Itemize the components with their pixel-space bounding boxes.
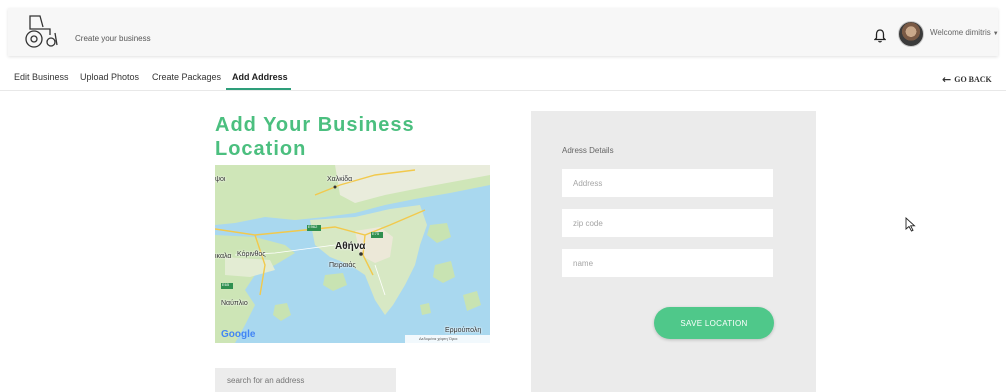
address-field[interactable]	[562, 169, 773, 197]
save-location-button[interactable]: SAVE LOCATION	[654, 307, 774, 339]
caret-down-icon: ▼	[992, 31, 999, 37]
header-title: Create your business	[75, 34, 151, 43]
address-search-input[interactable]	[215, 368, 396, 392]
map-label-nafplio: Ναύπλιο	[221, 300, 248, 307]
tab-edit-business[interactable]: Edit Business	[14, 72, 69, 82]
tab-add-address[interactable]: Add Address	[232, 72, 288, 82]
map-label-ermoupoli: Ερμούπολη	[445, 327, 482, 334]
welcome-text: Welcome dimitris	[930, 28, 991, 37]
map-label-piraeus: Πειραιάς	[329, 262, 356, 269]
map-label-korinthos: Κόρινθος	[237, 251, 266, 258]
map-label-athens: Αθήνα	[335, 241, 366, 252]
address-details-panel: Adress Details SAVE LOCATION	[531, 111, 816, 392]
map-footer: Δεδομένα χάρτη Όροι	[405, 335, 490, 343]
arrow-left-icon: ←	[942, 73, 952, 86]
panel-heading: Adress Details	[562, 146, 614, 155]
map-view[interactable]: E962 E75 E65 ψοι Χαλκίδα Αθήνα Πειραιάς …	[215, 165, 490, 343]
map-label-edge-west: ικαλα	[215, 253, 232, 260]
map-label-chalkida: Χαλκίδα	[327, 176, 353, 183]
avatar[interactable]	[898, 21, 924, 47]
user-menu[interactable]: Welcome dimitris ▼	[930, 28, 999, 37]
go-back-label: GO BACK	[954, 75, 992, 84]
road-badge-e65: E65	[222, 282, 230, 287]
bell-icon[interactable]	[874, 29, 886, 43]
map-label-edge-north: ψοι	[215, 176, 226, 183]
tab-create-packages[interactable]: Create Packages	[152, 72, 221, 82]
top-header: Create your business Welcome dimitris ▼	[8, 8, 999, 56]
tab-upload-photos[interactable]: Upload Photos	[80, 72, 139, 82]
name-field[interactable]	[562, 249, 773, 277]
tabs-divider	[0, 90, 1006, 91]
mouse-pointer-icon	[905, 217, 916, 232]
zip-code-field[interactable]	[562, 209, 773, 237]
road-badge-e75: E75	[372, 231, 380, 236]
tractor-logo[interactable]	[24, 15, 58, 49]
google-logo: Google	[221, 329, 256, 340]
page-title: Add Your Business Location	[215, 114, 415, 160]
go-back-button[interactable]: ← GO BACK	[942, 72, 992, 86]
road-badge-e962: E962	[308, 224, 318, 229]
